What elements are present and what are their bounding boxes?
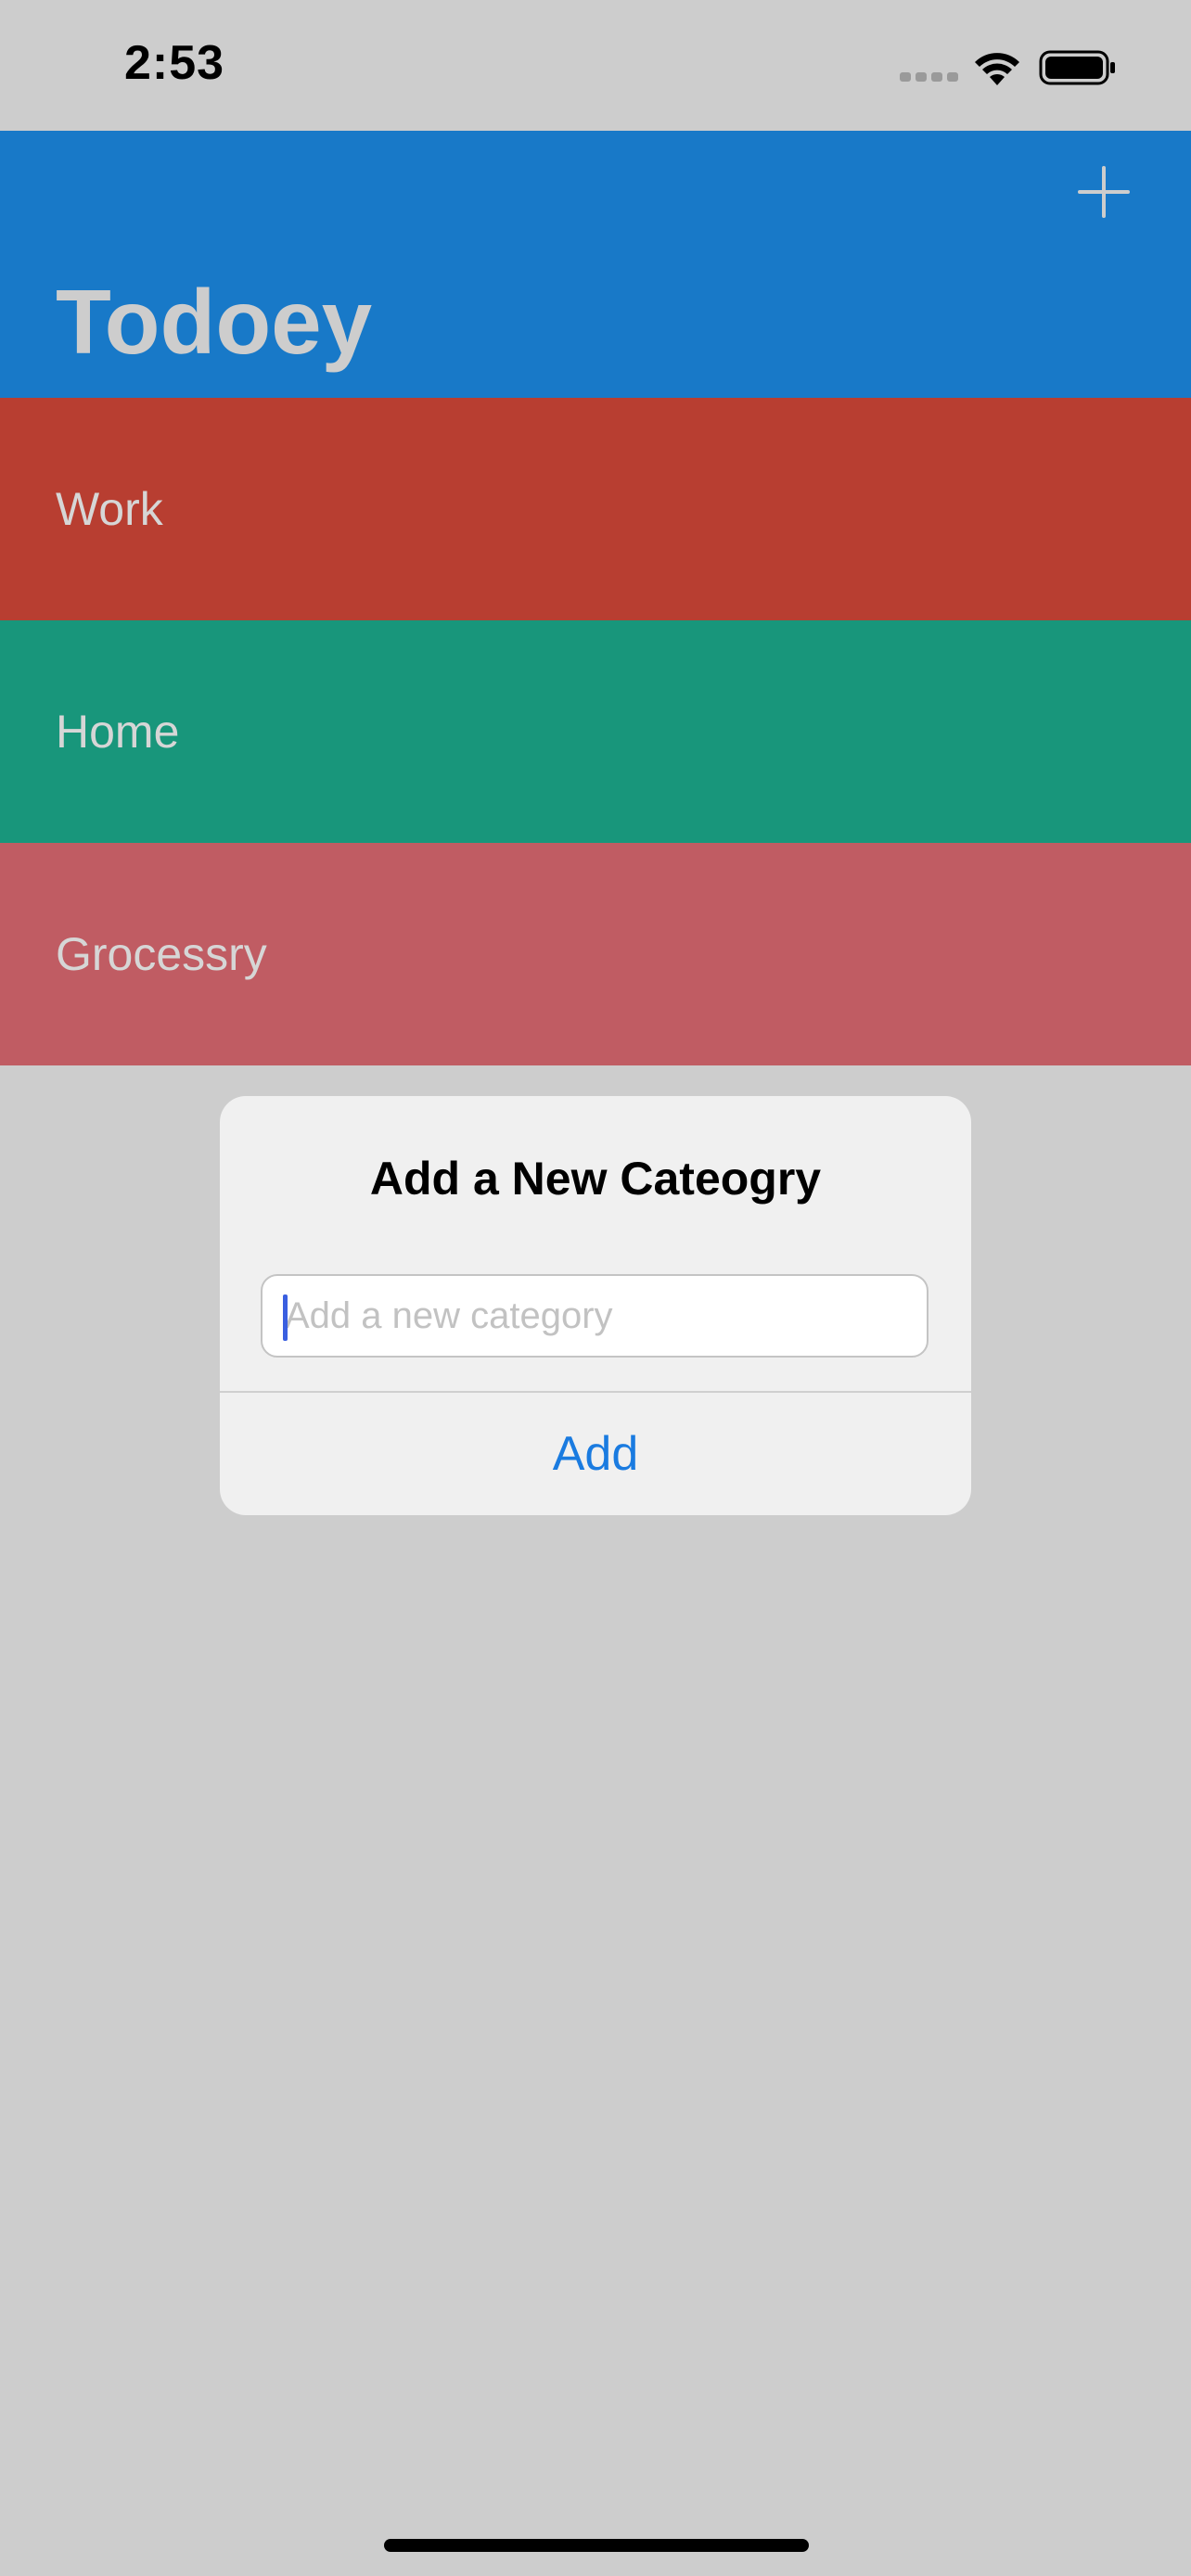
cellular-signal-icon [900,72,959,83]
category-row-home[interactable]: Home [0,620,1191,843]
wifi-icon [975,53,1019,85]
add-category-alert: Add a New Cateogry Add a new category Ad… [220,1096,971,1515]
category-label: Work [56,483,163,535]
text-cursor [283,1294,288,1341]
category-name-input[interactable]: Add a new category [261,1274,928,1358]
category-label: Grocessry [56,928,267,980]
alert-title: Add a New Cateogry [369,1153,822,1205]
status-time: 2:53 [124,36,225,90]
status-bar: 2:53 [0,0,1191,131]
plus-icon[interactable] [1076,164,1132,220]
category-label: Home [56,706,180,758]
page-title: Todoey [56,271,373,373]
add-button[interactable]: Add [220,1393,971,1515]
category-list: Work Home Grocessry [0,398,1191,1065]
battery-icon [1039,50,1115,85]
category-row-work[interactable]: Work [0,398,1191,620]
input-placeholder: Add a new category [285,1295,613,1336]
category-row-grocessry[interactable]: Grocessry [0,843,1191,1065]
navigation-bar: Todoey [0,131,1191,398]
home-indicator[interactable] [384,2539,809,2552]
